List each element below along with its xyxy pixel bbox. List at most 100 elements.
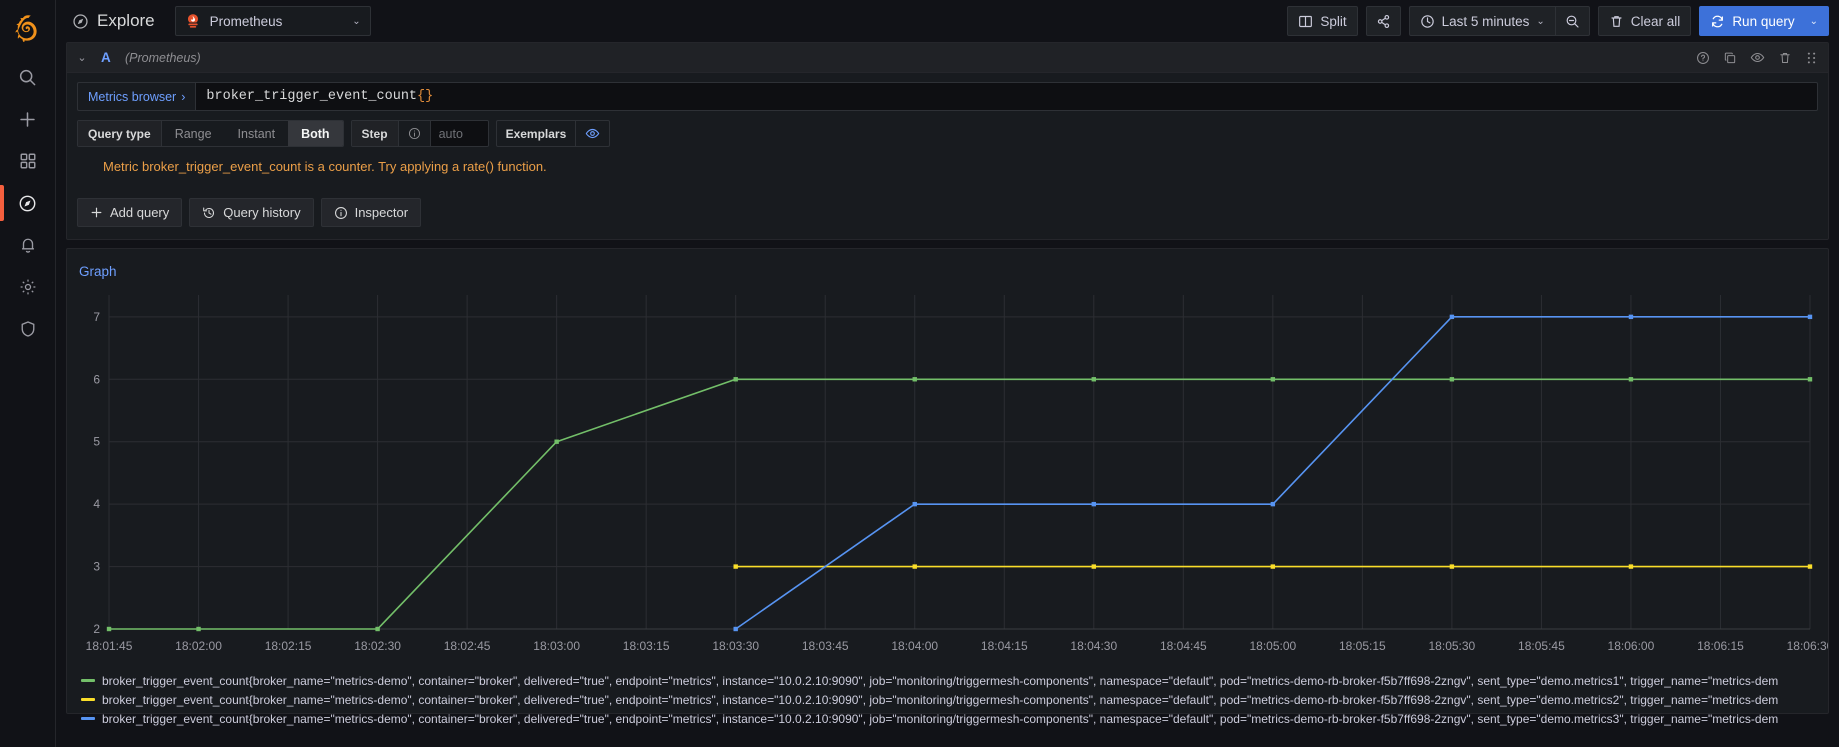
- legend-item[interactable]: broker_trigger_event_count{broker_name="…: [81, 709, 1828, 728]
- share-icon: [1377, 14, 1389, 28]
- datasource-picker[interactable]: Prometheus ⌄: [174, 6, 371, 36]
- svg-text:18:06:30: 18:06:30: [1787, 639, 1828, 653]
- query-ref-id: A: [101, 50, 111, 65]
- query-editor-body: Metrics browser › broker_trigger_event_c…: [67, 73, 1828, 184]
- nav-rail: [0, 0, 56, 747]
- svg-text:18:06:00: 18:06:00: [1608, 639, 1655, 653]
- history-icon: [203, 206, 215, 218]
- svg-text:18:03:15: 18:03:15: [623, 639, 670, 653]
- time-range-label: Last 5 minutes: [1441, 13, 1530, 29]
- copy-icon: [1724, 52, 1736, 63]
- sidebar-item-search[interactable]: [0, 56, 56, 98]
- sidebar-item-explore[interactable]: [0, 182, 56, 224]
- help-button[interactable]: [1696, 51, 1710, 65]
- drag-handle[interactable]: [1805, 51, 1818, 65]
- split-button[interactable]: Split: [1287, 6, 1358, 36]
- sidebar-item-configuration[interactable]: [0, 266, 56, 308]
- query-history-button[interactable]: Query history: [189, 198, 314, 227]
- hide-response-button[interactable]: [1750, 50, 1765, 65]
- run-query-label: Run query: [1732, 13, 1795, 29]
- trash-icon: [1611, 15, 1622, 27]
- promql-label-matchers: {}: [417, 89, 434, 104]
- explore-content: ⌄ A (Prometheus) Metrics browser › broke…: [56, 42, 1839, 747]
- query-history-label: Query history: [223, 205, 301, 220]
- chevron-down-icon: ⌄: [1809, 15, 1818, 27]
- legend-item-label: broker_trigger_event_count{broker_name="…: [102, 692, 1779, 707]
- remove-query-button[interactable]: [1778, 51, 1792, 65]
- sidebar-item-server-admin[interactable]: [0, 308, 56, 350]
- compass-icon: [19, 195, 36, 211]
- legend-item[interactable]: broker_trigger_event_count{broker_name="…: [81, 690, 1828, 709]
- split-label: Split: [1320, 13, 1347, 29]
- zoom-out-button[interactable]: [1555, 6, 1590, 36]
- shield-icon: [21, 321, 34, 337]
- nav-rail-items: [0, 56, 55, 350]
- add-query-button[interactable]: Add query: [77, 198, 183, 227]
- sidebar-item-alerting[interactable]: [0, 224, 56, 266]
- svg-text:18:03:00: 18:03:00: [533, 639, 580, 653]
- svg-text:18:02:00: 18:02:00: [175, 639, 222, 653]
- query-type-option-range[interactable]: Range: [161, 121, 225, 146]
- promql-expression-input[interactable]: broker_trigger_event_count{}: [195, 82, 1818, 111]
- expression-line: Metrics browser › broker_trigger_event_c…: [77, 82, 1818, 111]
- svg-text:18:02:30: 18:02:30: [354, 639, 401, 653]
- plus-icon: [91, 207, 102, 218]
- step-input[interactable]: auto: [429, 121, 488, 146]
- svg-text:5: 5: [93, 435, 100, 449]
- sidebar-item-create[interactable]: [0, 98, 56, 140]
- info-circle-icon: [408, 127, 420, 140]
- chevron-down-icon[interactable]: ⌄: [73, 51, 91, 64]
- graph-legend: broker_trigger_event_count{broker_name="…: [67, 669, 1828, 728]
- svg-text:18:05:00: 18:05:00: [1249, 639, 1296, 653]
- add-query-label: Add query: [110, 205, 170, 220]
- chevron-down-icon: ⌄: [1536, 15, 1545, 27]
- step-segment: Step auto: [350, 120, 489, 147]
- svg-text:18:04:30: 18:04:30: [1070, 639, 1117, 653]
- share-button[interactable]: [1365, 6, 1401, 36]
- step-label: Step: [351, 121, 399, 146]
- page-title: Explore: [66, 11, 155, 31]
- svg-text:6: 6: [93, 372, 100, 386]
- svg-text:18:04:00: 18:04:00: [891, 639, 938, 653]
- exemplars-toggle[interactable]: [575, 121, 609, 146]
- svg-text:18:02:15: 18:02:15: [265, 639, 312, 653]
- svg-text:7: 7: [93, 310, 100, 324]
- explore-page: Explore Prometheus ⌄ Split Last 5 minute…: [0, 0, 1839, 747]
- query-type-option-instant[interactable]: Instant: [224, 121, 289, 146]
- graph-plot-area[interactable]: 2 3 4 5 6 7 18:01:45 18:02:00 18:02:15 18:02:30 18…: [67, 279, 1828, 669]
- promql-metric-name: broker_trigger_event_count: [206, 89, 418, 104]
- svg-text:18:04:45: 18:04:45: [1160, 639, 1207, 653]
- clear-all-button[interactable]: Clear all: [1597, 6, 1692, 36]
- query-hint: Metric broker_trigger_event_count is a c…: [103, 159, 547, 174]
- time-range-picker[interactable]: Last 5 minutes ⌄: [1408, 6, 1556, 36]
- question-circle-icon: [1697, 51, 1709, 64]
- query-action-buttons: Add query Query history Inspector: [67, 184, 1828, 239]
- grafana-logo[interactable]: [0, 0, 56, 56]
- compass-icon: [73, 13, 88, 29]
- metrics-browser-button[interactable]: Metrics browser ›: [77, 82, 196, 111]
- svg-text:2: 2: [93, 622, 100, 636]
- info-circle-icon: [334, 206, 347, 219]
- chevron-right-icon: ›: [181, 89, 186, 104]
- legend-color-swatch: [81, 679, 95, 682]
- inspector-button[interactable]: Inspector: [320, 198, 422, 227]
- trash-icon: [1780, 52, 1790, 63]
- step-info-button[interactable]: [399, 127, 430, 140]
- legend-color-swatch: [81, 698, 95, 701]
- sidebar-item-dashboards[interactable]: [0, 140, 56, 182]
- query-type-option-both[interactable]: Both: [288, 121, 343, 146]
- duplicate-query-button[interactable]: [1723, 51, 1737, 65]
- explore-toolbar: Explore Prometheus ⌄ Split Last 5 minute…: [56, 0, 1839, 42]
- run-query-button[interactable]: Run query ⌄: [1699, 6, 1829, 36]
- gear-icon: [20, 279, 35, 295]
- eye-icon: [585, 128, 600, 139]
- clear-all-label: Clear all: [1630, 13, 1681, 29]
- legend-item-label: broker_trigger_event_count{broker_name="…: [102, 673, 1779, 688]
- page-title-label: Explore: [97, 11, 155, 30]
- exemplars-label: Exemplars: [505, 126, 567, 141]
- query-datasource-note: (Prometheus): [125, 50, 201, 65]
- drag-dots-icon: [1807, 52, 1816, 63]
- legend-item[interactable]: broker_trigger_event_count{broker_name="…: [81, 671, 1828, 690]
- svg-text:18:06:15: 18:06:15: [1697, 639, 1744, 653]
- svg-text:18:01:45: 18:01:45: [86, 639, 133, 653]
